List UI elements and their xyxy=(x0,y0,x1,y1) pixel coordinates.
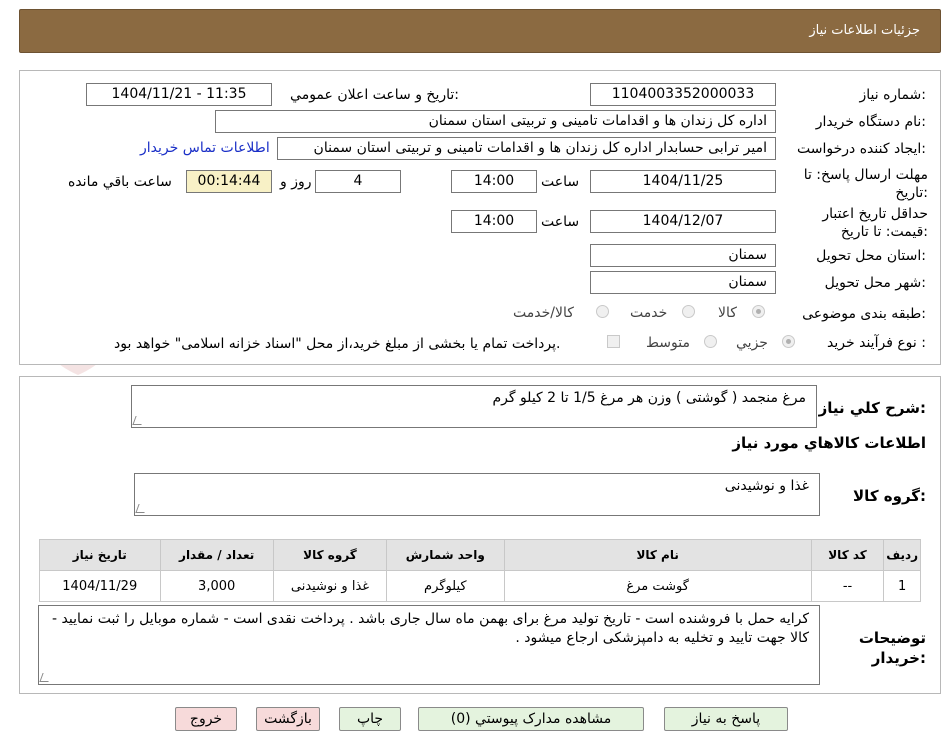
process-option-minor: جزیي xyxy=(736,335,768,351)
page-header: جزئیات اطلاعات نیاز xyxy=(19,9,941,53)
category-option-goods-service: کالا/خدمت xyxy=(513,305,574,321)
table-cell: کیلوگرم xyxy=(386,570,505,602)
table-row: 1 -- گوشت مرغ کیلوگرم غذا و نوشیدنی 3,00… xyxy=(39,570,921,602)
request-creator-label: ايجاد کننده درخواست: xyxy=(797,141,926,157)
buyer-contact-link[interactable]: اطلاعات تماس خريدار xyxy=(140,140,270,156)
table-cell: 1 xyxy=(883,570,921,602)
table-cell: غذا و نوشیدنی xyxy=(272,570,388,602)
delivery-province-label: استان محل تحویل: xyxy=(816,248,926,264)
table-cell: گوشت مرغ xyxy=(503,570,812,602)
category-label: طبقه بندی موضوعی: xyxy=(802,306,926,322)
process-radio-minor[interactable] xyxy=(782,335,795,348)
table-header-row: رديف کد کالا نام کالا واحد شمارش گروه کا… xyxy=(39,539,921,571)
process-option-medium: متوسط xyxy=(646,335,690,351)
resize-grip-icon[interactable] xyxy=(39,673,52,682)
column-header: کد کالا xyxy=(810,539,885,571)
days-label: روز و xyxy=(280,174,312,190)
request-creator-field: امیر ترابی حسابدار اداره کل زندان ها و ا… xyxy=(277,137,776,160)
exit-button[interactable]: خروج xyxy=(175,707,237,731)
price-validity-label: حداقل تاریخ اعتبار قیمت: تا تاریخ: xyxy=(822,206,928,240)
buyer-notes-textarea[interactable]: کرایه حمل با فروشنده است - تاریخ تولید م… xyxy=(38,605,820,685)
column-header: تعداد / مقدار xyxy=(159,539,274,571)
resize-grip-icon[interactable] xyxy=(132,416,145,425)
column-header: نام کالا xyxy=(503,539,812,571)
delivery-province-field: سمنان xyxy=(590,244,776,267)
validity-time-field: 14:00 xyxy=(451,210,537,233)
category-option-goods: کالا xyxy=(718,305,737,321)
buyer-notes-text: کرایه حمل با فروشنده است - تاریخ تولید م… xyxy=(52,611,809,646)
announce-datetime-label: تاریخ و ساعت اعلان عمومي: xyxy=(290,87,459,103)
print-button[interactable]: چاپ xyxy=(339,707,401,731)
remaining-time-label: ساعت باقي مانده xyxy=(68,174,172,190)
column-header: واحد شمارش xyxy=(386,539,505,571)
announce-datetime-field: 1404/11/21 - 11:35 xyxy=(86,83,272,106)
description-label: شرح کلي نياز: xyxy=(818,399,926,417)
deadline-date-field: 1404/11/25 xyxy=(590,170,776,193)
deadline-time-field: 14:00 xyxy=(451,170,537,193)
delivery-city-field: سمنان xyxy=(590,271,776,294)
table-cell: -- xyxy=(810,570,885,602)
countdown-field: 00:14:44 xyxy=(186,170,272,193)
goods-section-title: اطلاعات کالاهاي مورد نياز xyxy=(732,434,926,452)
goods-group-textarea[interactable]: غذا و نوشیدنی xyxy=(134,473,820,516)
buyer-org-field: اداره کل زندان ها و اقدامات تامینی و ترب… xyxy=(215,110,776,133)
goods-group-label: گروه کالا: xyxy=(853,487,926,505)
delivery-city-label: شهر محل تحویل: xyxy=(824,275,926,291)
validity-time-label: ساعت xyxy=(541,214,580,230)
page-title: جزئیات اطلاعات نیاز xyxy=(809,23,920,38)
goods-group-text: غذا و نوشیدنی xyxy=(724,478,809,494)
need-number-field: 1104003352000033 xyxy=(590,83,776,106)
description-textarea[interactable]: مرغ منجمد ( گوشتی ) وزن هر مرغ 1/5 تا 2 … xyxy=(131,385,817,428)
deadline-label: مهلت ارسال پاسخ: تا تاریخ: xyxy=(803,167,928,201)
category-radio-goods-service[interactable] xyxy=(596,305,609,318)
view-attachments-button[interactable]: مشاهده مدارک پيوستي (0) xyxy=(418,707,644,731)
reply-button[interactable]: پاسخ به نياز xyxy=(664,707,788,731)
table-cell: 3,000 xyxy=(159,570,274,602)
days-remaining-field: 4 xyxy=(315,170,401,193)
treasury-docs-checkbox[interactable] xyxy=(607,335,620,348)
category-radio-service[interactable] xyxy=(682,305,695,318)
buyer-notes-label: توضيحات خريدار: xyxy=(858,629,926,667)
goods-table: رديف کد کالا نام کالا واحد شمارش گروه کا… xyxy=(39,539,921,602)
purchase-process-label: نوع فرآیند خرید : xyxy=(827,335,926,351)
category-radio-goods[interactable] xyxy=(752,305,765,318)
description-text: مرغ منجمد ( گوشتی ) وزن هر مرغ 1/5 تا 2 … xyxy=(492,390,806,406)
back-button[interactable]: بازگشت xyxy=(256,707,320,731)
resize-grip-icon[interactable] xyxy=(135,504,148,513)
table-cell: 1404/11/29 xyxy=(39,570,161,602)
buyer-org-label: نام دستگاه خريدار: xyxy=(815,114,926,130)
column-header: رديف xyxy=(883,539,921,571)
treasury-docs-note: پرداخت تمام يا بخشی از مبلغ خريد،از محل … xyxy=(114,336,561,352)
category-option-service: خدمت xyxy=(630,305,668,321)
need-number-label: شماره نیاز: xyxy=(859,87,926,103)
column-header: گروه کالا xyxy=(272,539,388,571)
validity-date-field: 1404/12/07 xyxy=(590,210,776,233)
column-header: تاریخ نیاز xyxy=(39,539,161,571)
deadline-time-label: ساعت xyxy=(541,174,580,190)
process-radio-medium[interactable] xyxy=(704,335,717,348)
